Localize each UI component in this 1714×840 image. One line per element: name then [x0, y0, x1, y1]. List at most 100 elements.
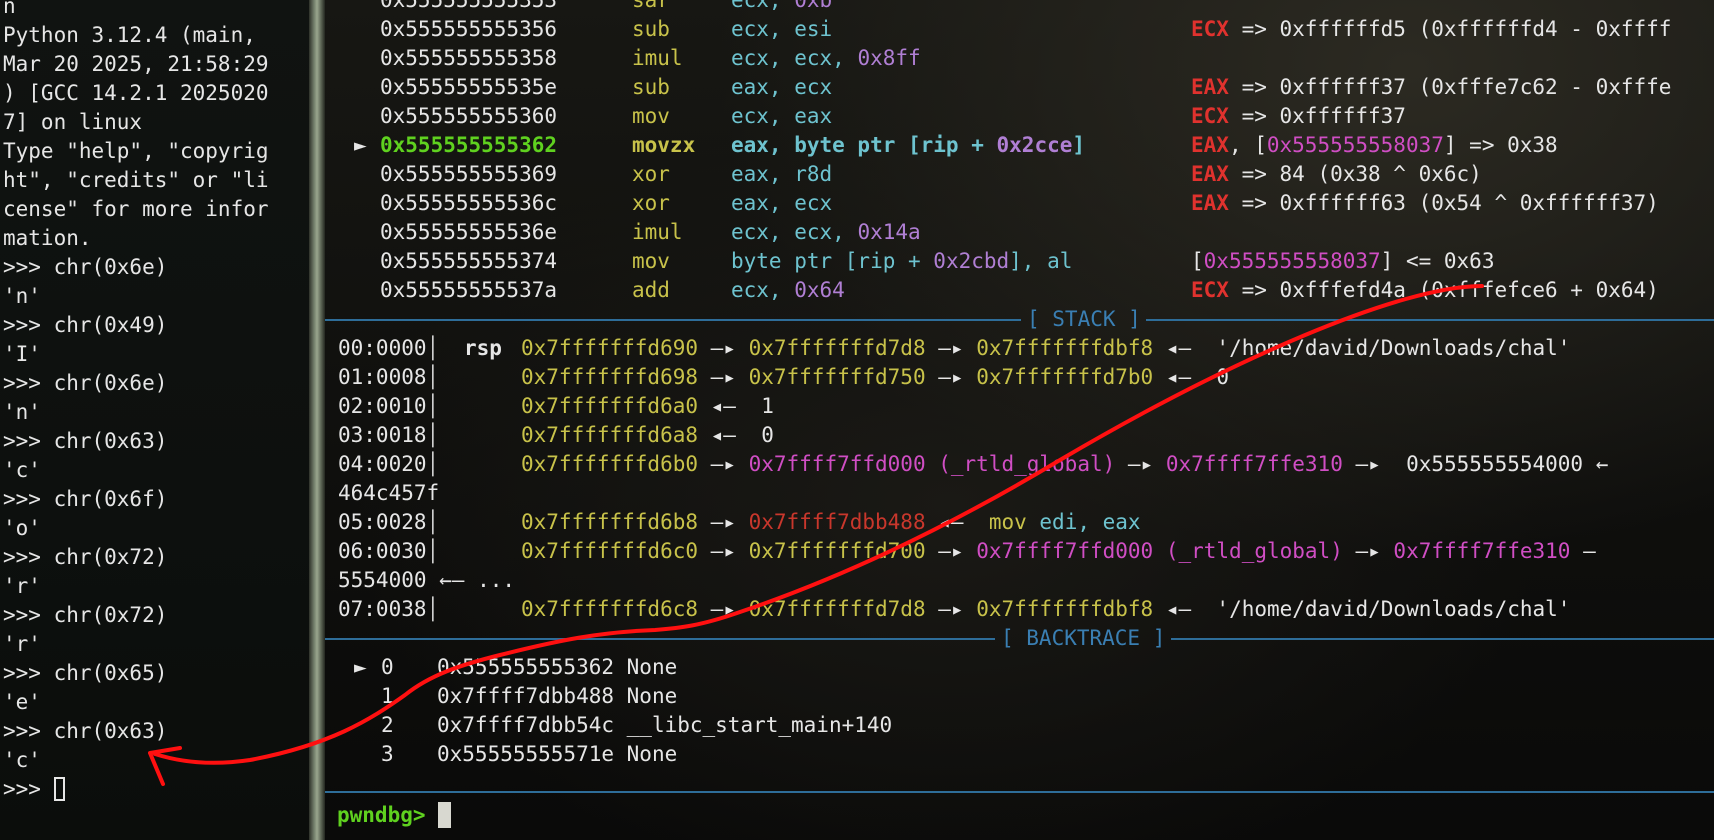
stack-address[interactable]: 0x7fffffffd698: [521, 365, 698, 389]
pointer-arrow: —▸: [698, 539, 749, 563]
console-line: >>> chr(0x63): [3, 427, 167, 456]
console-line: 'n': [3, 282, 41, 311]
data-pointer: 0x7ffff7ffe310: [1165, 452, 1343, 476]
console-line: >>> chr(0x65): [3, 659, 167, 688]
disasm-mnemonic: imul: [632, 44, 683, 73]
frame-address[interactable]: 0x7ffff7dbb488: [437, 684, 614, 708]
instruction-address[interactable]: 0x55555555536e: [380, 220, 557, 244]
console-text: >>> chr(0x6e): [3, 255, 168, 279]
stack-offset: 02:0010: [338, 394, 427, 418]
instruction-address[interactable]: 0x55555555536c: [380, 191, 557, 215]
value-arrow: ◂—: [1153, 365, 1204, 389]
stack-address[interactable]: 0x7fffffffd6c0: [521, 539, 698, 563]
operand-text: edi, eax: [1039, 510, 1141, 534]
disasm-address: 0x555555555356: [380, 15, 557, 44]
console-line: 'r': [3, 572, 41, 601]
disasm-mnemonic: sub: [632, 73, 670, 102]
stack-pointer: 0x7fffffffd750: [748, 365, 926, 389]
instruction-mnemonic: mov: [632, 104, 670, 128]
console-text: Python 3.12.4 (main,: [3, 23, 256, 47]
stack-offset: 05:0028: [338, 510, 427, 534]
stack-chain: 0x7fffffffd6c0 —▸ 0x7fffffffd700 —▸ 0x7f…: [521, 537, 1596, 566]
stack-address[interactable]: 0x7fffffffd6a0: [521, 394, 698, 418]
stack-wrap-text: 5554000: [338, 568, 440, 592]
stack-row: 00:0000│: [338, 334, 439, 363]
pwndbg-cursor[interactable]: [438, 802, 452, 828]
stack-separator: │: [426, 394, 440, 418]
annotation-text: => 0xffffff63 (0x54 ^ 0xffffff37): [1228, 191, 1659, 215]
stack-register-tag: rsp: [464, 334, 502, 363]
console-text: 'o': [3, 516, 41, 540]
instruction-mnemonic: imul: [632, 220, 683, 244]
console-text: ) [GCC 14.2.1 2025020: [3, 81, 269, 105]
instruction-mnemonic: mov: [976, 510, 1040, 534]
stack-header-rule-left: [325, 319, 1021, 321]
instruction-mnemonic: xor: [632, 191, 670, 215]
stack-pointer: 0x7fffffffdbf8: [976, 597, 1154, 621]
console-line: Mar 20 2025, 21:58:29: [3, 50, 269, 79]
operand-immediate: 0x2cce: [996, 133, 1073, 157]
value-arrow: ◂—: [698, 394, 749, 418]
annotation-text: => 84 (0x38 ^ 0x6c): [1228, 162, 1482, 186]
instruction-address[interactable]: 0x555555555356: [380, 17, 557, 41]
instruction-address[interactable]: 0x555555555374: [380, 249, 557, 273]
stack-value: 0: [748, 423, 774, 447]
annotation-text: => 0xffffffd5 (0xffffffd4 - 0xffff: [1228, 17, 1672, 41]
python-repl-pane[interactable]: n Python 3.12.4 (main, Mar 20 2025, 21:58:…: [0, 0, 309, 840]
disasm-annotation: ECX => 0xfffefd4a (0xfffefce6 + 0x64): [1191, 276, 1659, 305]
frame-address[interactable]: 0x7ffff7dbb54c: [437, 713, 614, 737]
console-prompt-line: >>>: [3, 775, 65, 804]
pane-divider[interactable]: [309, 0, 325, 840]
operand-text: byte ptr [rip +: [731, 249, 934, 273]
frame-index: 0: [381, 655, 394, 679]
console-line: >>> chr(0x72): [3, 543, 167, 572]
console-line: 'n': [3, 398, 41, 427]
instruction-mnemonic: xor: [632, 162, 670, 186]
instruction-address[interactable]: 0x55555555537a: [380, 278, 557, 302]
instruction-address[interactable]: 0x555555555353: [380, 0, 557, 12]
stack-separator: │: [426, 365, 440, 389]
backtrace-header-rule-left: [325, 638, 995, 640]
instruction-address[interactable]: 0x555555555362: [380, 133, 557, 157]
stack-offset: 07:0038: [338, 597, 427, 621]
instruction-address[interactable]: 0x55555555535e: [380, 75, 557, 99]
console-line: 'r': [3, 630, 41, 659]
console-cursor[interactable]: [53, 777, 65, 801]
context-end-rule: [325, 791, 1714, 793]
instruction-address[interactable]: 0x555555555360: [380, 104, 557, 128]
instruction-address[interactable]: 0x555555555369: [380, 162, 557, 186]
stack-value: 1: [748, 394, 774, 418]
disasm-operands: ecx, eax: [731, 102, 832, 131]
annotation-text: ] <= 0x63: [1380, 249, 1495, 273]
operand-text: ecx, ecx,: [731, 46, 858, 70]
stack-row: 04:0020│: [338, 450, 439, 479]
backtrace-marker: ►: [354, 653, 367, 682]
disasm-mnemonic: xor: [632, 189, 670, 218]
disasm-mnemonic: xor: [632, 160, 670, 189]
stack-chain: 0x7fffffffd690 —▸ 0x7fffffffd7d8 —▸ 0x7f…: [521, 334, 1570, 363]
pointer-arrow: —▸: [925, 539, 977, 563]
stack-address[interactable]: 0x7fffffffd6b0: [521, 452, 698, 476]
stack-header-rule-right: [1146, 319, 1714, 321]
backtrace-frame-number: 3: [381, 740, 394, 769]
stack-address[interactable]: 0x7fffffffd6c8: [521, 597, 698, 621]
register-name: EAX: [1191, 162, 1229, 186]
instruction-mnemonic: sub: [632, 17, 670, 41]
console-text: 'c': [3, 748, 41, 772]
disasm-operands: eax, byte ptr [rip + 0x2cce]: [731, 131, 1085, 160]
instruction-address[interactable]: 0x555555555358: [380, 46, 557, 70]
frame-address[interactable]: 0x55555555571e: [437, 742, 614, 766]
frame-address[interactable]: 0x555555555362: [437, 655, 614, 679]
instruction-mnemonic: mov: [632, 249, 670, 273]
console-line: 'o': [3, 514, 41, 543]
console-text: >>> chr(0x72): [3, 545, 168, 569]
disasm-operands: ecx, esi: [731, 15, 832, 44]
data-pointer: 0x7ffff7ffe310: [1393, 539, 1571, 563]
pointer-arrow: —▸: [925, 597, 977, 621]
stack-address[interactable]: 0x7fffffffd6b8: [521, 510, 698, 534]
stack-address[interactable]: 0x7fffffffd6a8: [521, 423, 698, 447]
pwndbg-pane[interactable]: 0x555555555353 sar ecx, 0xb 0x555555555356 s…: [325, 0, 1714, 840]
console-line: Python 3.12.4 (main,: [3, 21, 256, 50]
stack-address[interactable]: 0x7fffffffd690: [521, 336, 698, 360]
